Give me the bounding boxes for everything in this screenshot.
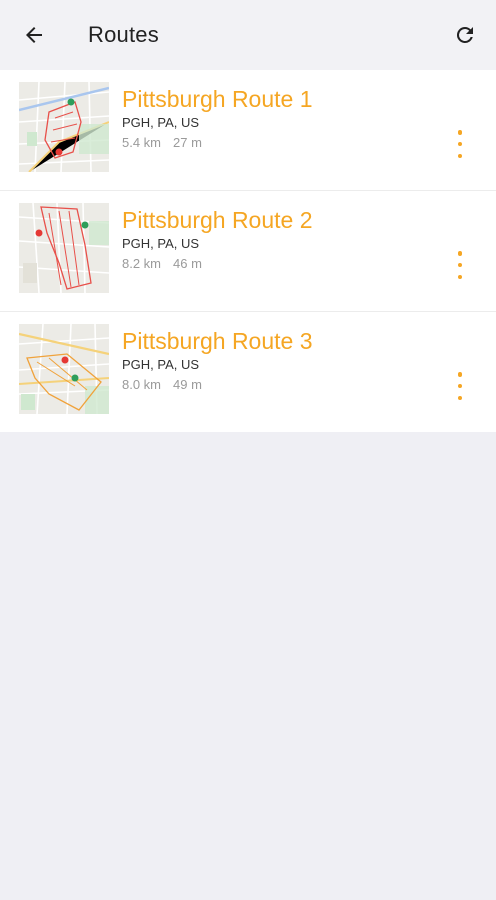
- route-row[interactable]: Pittsburgh Route 3 PGH, PA, US 8.0 km 49 …: [0, 312, 496, 432]
- route-name: Pittsburgh Route 3: [122, 328, 313, 354]
- route-name: Pittsburgh Route 2: [122, 207, 313, 233]
- route-duration: 27 m: [173, 135, 202, 150]
- route-distance: 8.0 km: [122, 377, 162, 392]
- more-vertical-icon: [457, 372, 463, 377]
- route-info: Pittsburgh Route 3 PGH, PA, US 8.0 km 49 …: [122, 327, 313, 393]
- route-row[interactable]: Pittsburgh Route 2 PGH, PA, US 8.2 km 46 …: [0, 191, 496, 312]
- route-map-thumbnail: [19, 324, 109, 414]
- refresh-button[interactable]: [448, 18, 482, 52]
- route-more-button[interactable]: [454, 372, 466, 400]
- route-map-thumbnail: [19, 82, 109, 172]
- route-map-thumbnail: [19, 203, 109, 293]
- route-duration: 46 m: [173, 256, 202, 271]
- routes-list: Pittsburgh Route 1 PGH, PA, US 5.4 km 27 …: [0, 70, 496, 432]
- more-vertical-icon: [457, 130, 463, 135]
- route-distance: 8.2 km: [122, 256, 162, 271]
- route-distance: 5.4 km: [122, 135, 162, 150]
- arrow-back-icon: [26, 27, 42, 43]
- route-location: PGH, PA, US: [122, 115, 200, 130]
- more-vertical-icon: [457, 251, 463, 256]
- back-button[interactable]: [18, 19, 50, 51]
- route-meta: 8.2 km 46 m: [122, 256, 313, 272]
- page-title: Routes: [88, 22, 159, 47]
- route-meta: 8.0 km 49 m: [122, 377, 313, 393]
- route-more-button[interactable]: [454, 130, 466, 158]
- route-location: PGH, PA, US: [122, 357, 200, 372]
- route-location: PGH, PA, US: [122, 236, 200, 251]
- route-name: Pittsburgh Route 1: [122, 86, 313, 112]
- route-duration: 49 m: [173, 377, 202, 392]
- route-meta: 5.4 km 27 m: [122, 135, 313, 151]
- route-info: Pittsburgh Route 1 PGH, PA, US 5.4 km 27 …: [122, 85, 313, 151]
- app-bar: Routes: [0, 0, 496, 70]
- route-row[interactable]: Pittsburgh Route 1 PGH, PA, US 5.4 km 27 …: [0, 70, 496, 191]
- route-info: Pittsburgh Route 2 PGH, PA, US 8.2 km 46 …: [122, 206, 313, 272]
- refresh-icon: [456, 26, 473, 43]
- route-more-button[interactable]: [454, 251, 466, 279]
